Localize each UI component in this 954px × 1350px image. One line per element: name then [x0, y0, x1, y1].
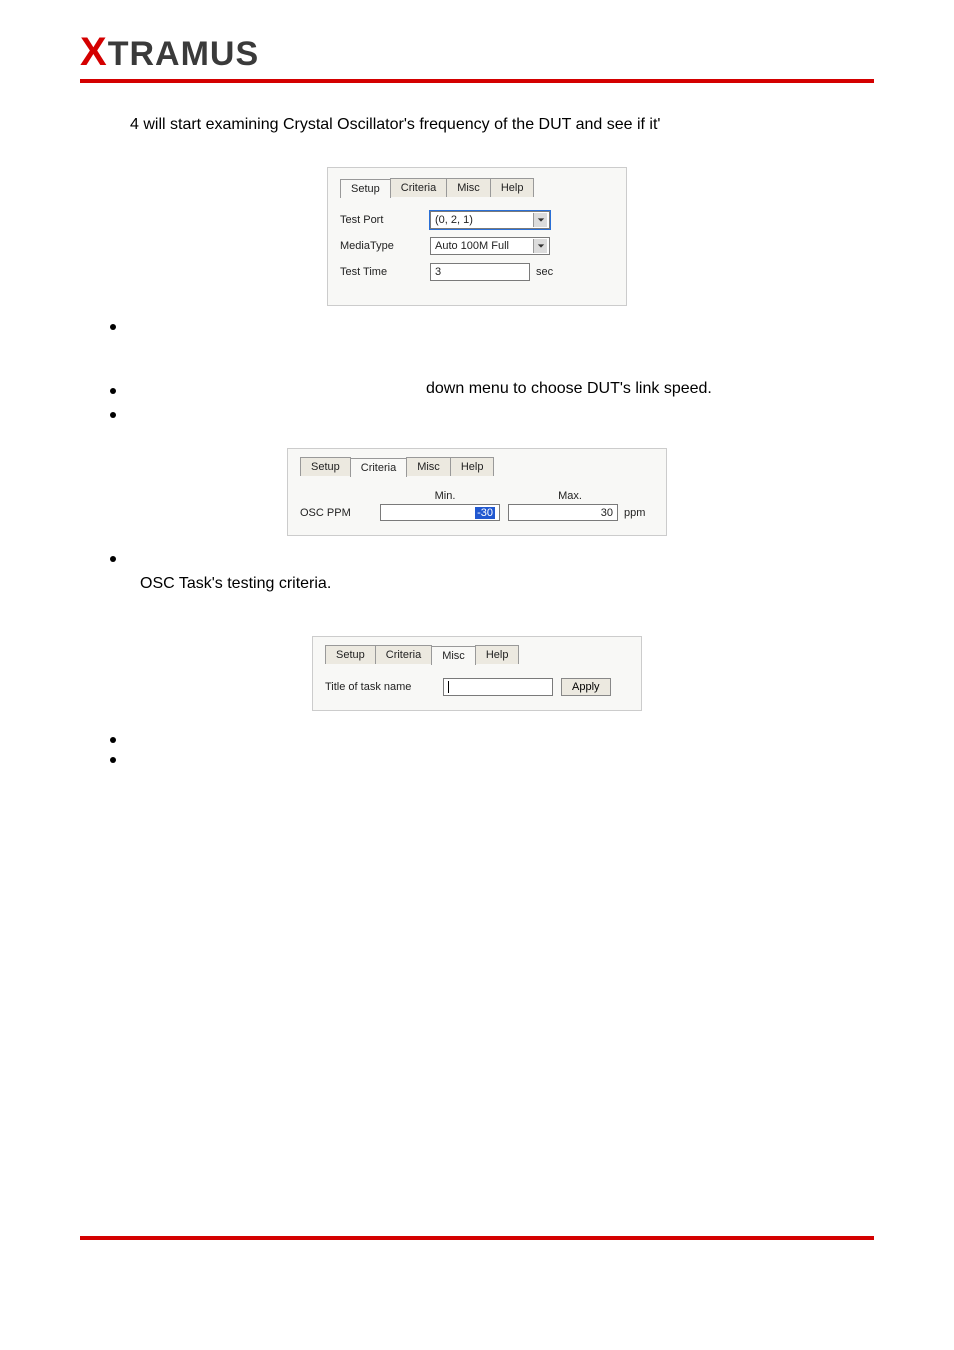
tab-setup[interactable]: Setup: [300, 457, 351, 476]
min-header: Min.: [380, 490, 510, 502]
misc-screenshot: Setup Criteria Misc Help Title of task n…: [312, 636, 642, 711]
bullet-icon: [110, 737, 116, 743]
bullet-text: down menu to choose DUT's link speed.: [136, 380, 874, 398]
footer-divider: [80, 1236, 874, 1240]
test-time-unit: sec: [536, 266, 553, 278]
test-port-value: (0, 2, 1): [435, 214, 473, 226]
criteria-screenshot: Setup Criteria Misc Help Min. Max. OSC P…: [287, 448, 667, 536]
tab-misc[interactable]: Misc: [446, 178, 491, 197]
tab-setup[interactable]: Setup: [340, 179, 391, 198]
tab-misc[interactable]: Misc: [431, 646, 476, 665]
osc-ppm-unit: ppm: [624, 507, 645, 519]
chevron-down-icon: [533, 239, 547, 253]
osc-ppm-min-input[interactable]: -30: [380, 504, 500, 521]
tab-criteria[interactable]: Criteria: [390, 178, 447, 197]
tab-help[interactable]: Help: [490, 178, 535, 197]
bullet-icon: [110, 556, 116, 562]
media-type-value: Auto 100M Full: [435, 240, 509, 252]
chevron-down-icon: [533, 213, 547, 227]
task-title-label: Title of task name: [325, 681, 435, 693]
setup-tabs: Setup Criteria Misc Help: [340, 178, 614, 197]
tab-help[interactable]: Help: [475, 645, 520, 664]
osc-ppm-max-value: 30: [601, 507, 613, 519]
logo-rest: TRAMUS: [108, 35, 259, 74]
criteria-paragraph: OSC Task's testing criteria.: [140, 572, 874, 596]
apply-button[interactable]: Apply: [561, 678, 611, 696]
test-port-label: Test Port: [340, 214, 430, 226]
bullet-item: [110, 316, 874, 330]
bullet-item: [110, 404, 874, 418]
bullet-item: [110, 729, 874, 743]
test-time-input[interactable]: 3: [430, 263, 530, 281]
task-title-input[interactable]: [443, 678, 553, 696]
misc-tabs: Setup Criteria Misc Help: [325, 645, 629, 664]
tab-criteria[interactable]: Criteria: [375, 645, 432, 664]
bullet-icon: [110, 757, 116, 763]
media-type-label: MediaType: [340, 240, 430, 252]
test-time-label: Test Time: [340, 266, 430, 278]
criteria-tabs: Setup Criteria Misc Help: [300, 457, 654, 476]
max-header: Max.: [510, 490, 630, 502]
test-port-select[interactable]: (0, 2, 1): [430, 211, 550, 229]
media-type-select[interactable]: Auto 100M Full: [430, 237, 550, 255]
header-divider: [80, 79, 874, 83]
bullet-item: [110, 548, 874, 562]
osc-ppm-max-input[interactable]: 30: [508, 504, 618, 521]
intro-paragraph: 4 will start examining Crystal Oscillato…: [130, 113, 874, 137]
bullet-icon: [110, 388, 116, 394]
logo-x: X: [80, 30, 108, 75]
bullet-icon: [110, 412, 116, 418]
bullet-item: [110, 749, 874, 763]
bullet-icon: [110, 324, 116, 330]
tab-criteria[interactable]: Criteria: [350, 458, 407, 477]
test-time-value: 3: [435, 266, 441, 278]
brand-logo: XTRAMUS: [80, 30, 874, 75]
osc-ppm-min-value: -30: [475, 507, 495, 519]
setup-screenshot: Setup Criteria Misc Help Test Port (0, 2…: [327, 167, 627, 306]
tab-misc[interactable]: Misc: [406, 457, 451, 476]
tab-help[interactable]: Help: [450, 457, 495, 476]
bullet-item: down menu to choose DUT's link speed.: [110, 380, 874, 398]
tab-setup[interactable]: Setup: [325, 645, 376, 664]
osc-ppm-label: OSC PPM: [300, 507, 380, 519]
